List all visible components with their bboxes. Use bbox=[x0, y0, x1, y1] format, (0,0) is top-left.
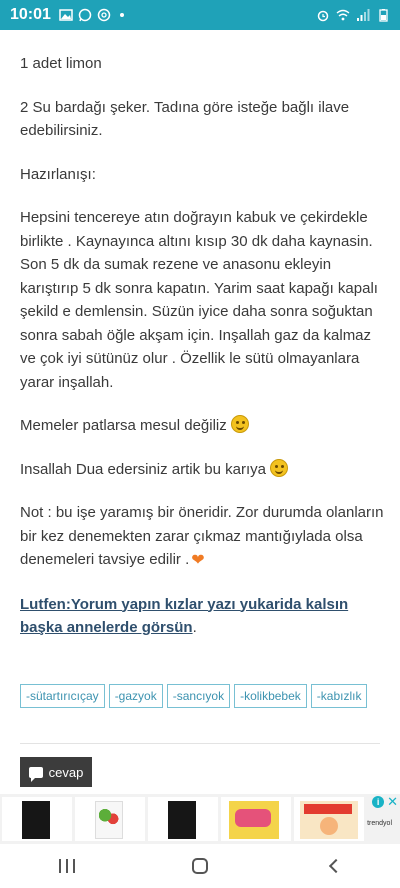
ad-product-4[interactable] bbox=[221, 797, 291, 841]
smiley-icon bbox=[269, 458, 288, 477]
tag-list: -sütartırıcıçay -gazyok -sancıyok -kolik… bbox=[20, 684, 380, 708]
image-icon bbox=[59, 9, 73, 21]
tag-sutartiricicay[interactable]: -sütartırıcıçay bbox=[20, 684, 105, 708]
status-time: 10:01 bbox=[10, 6, 51, 23]
more-notifications-dot bbox=[119, 13, 124, 17]
preparation-heading: Hazırlanışı: bbox=[20, 165, 96, 183]
whatsapp-icon bbox=[78, 8, 92, 22]
ad-choices[interactable]: i ✕ bbox=[372, 795, 398, 808]
ingredient-lemon: 1 adet limon bbox=[20, 55, 102, 72]
comment-icon bbox=[28, 766, 43, 782]
back-icon[interactable] bbox=[329, 858, 344, 874]
home-icon[interactable] bbox=[191, 858, 208, 874]
reply-button-label: cevap bbox=[48, 764, 84, 780]
divider bbox=[20, 743, 380, 744]
alarm-icon bbox=[317, 10, 329, 22]
ingredient-sugar: 2 Su bardağı şeker. Tadına göre isteğe b… bbox=[20, 98, 350, 140]
book-cover-dark bbox=[22, 801, 50, 839]
status-bar: 10:01 bbox=[0, 0, 400, 30]
system-icons bbox=[316, 8, 390, 22]
ad-product-5[interactable] bbox=[294, 797, 364, 841]
dua-text: Insallah Dua edersiniz artik bu karıya bbox=[20, 460, 266, 478]
book-cover-fruits bbox=[95, 801, 123, 839]
heart-icon: ❤ bbox=[191, 552, 205, 569]
ad-info-icon[interactable]: i bbox=[372, 796, 385, 808]
comment-request-suffix: . bbox=[192, 619, 197, 636]
ad-brand: trendyol bbox=[367, 820, 392, 827]
smiley-icon bbox=[230, 415, 249, 433]
book-cover-black bbox=[168, 801, 196, 839]
ad-product-3[interactable] bbox=[148, 797, 218, 841]
navigation-bar bbox=[0, 844, 400, 888]
tag-kabizlik[interactable]: -kabızlık bbox=[310, 684, 368, 708]
tag-sanciyok[interactable]: -sancıyok bbox=[166, 684, 231, 708]
memeler-line: Memeler patlarsa mesul değiliz bbox=[20, 414, 388, 438]
notification-icons bbox=[59, 8, 124, 22]
signal-icon bbox=[357, 9, 370, 21]
comment-request: Lutfen:Yorum yapın kızlar yazı yukarida … bbox=[20, 593, 388, 640]
ad-product-1[interactable] bbox=[2, 797, 72, 841]
tag-gazyok[interactable]: -gazyok bbox=[108, 684, 163, 708]
comment-request-link[interactable]: Lutfen:Yorum yapın kızlar yazı yukarida … bbox=[20, 596, 348, 637]
memeler-text: Memeler patlarsa mesul değiliz bbox=[20, 417, 227, 434]
ad-product-2[interactable] bbox=[75, 797, 145, 841]
ad-close-icon[interactable]: ✕ bbox=[387, 795, 398, 808]
preparation-instructions: Hepsini tencereye atın doğrayın kabuk ve… bbox=[20, 209, 378, 391]
note-line: Not : bu işe yaramış bir öneridir. Zor d… bbox=[20, 501, 388, 573]
ad-banner[interactable]: i ✕ trendyol bbox=[0, 794, 400, 844]
book-cover-yuk-tarifi bbox=[300, 801, 358, 839]
dua-line: Insallah Dua edersiniz artik bu karıya bbox=[20, 458, 388, 482]
reply-button[interactable]: cevap bbox=[20, 757, 92, 787]
book-cover-kids bbox=[229, 801, 279, 839]
post-body: 1 adet limon 2 Su bardağı şeker. Tadına … bbox=[20, 30, 388, 640]
tag-kolikbebek[interactable]: -kolikbebek bbox=[234, 684, 307, 708]
battery-icon bbox=[379, 9, 388, 22]
at-icon bbox=[97, 8, 111, 22]
recents-icon[interactable] bbox=[58, 859, 75, 873]
wifi-icon bbox=[336, 9, 350, 21]
